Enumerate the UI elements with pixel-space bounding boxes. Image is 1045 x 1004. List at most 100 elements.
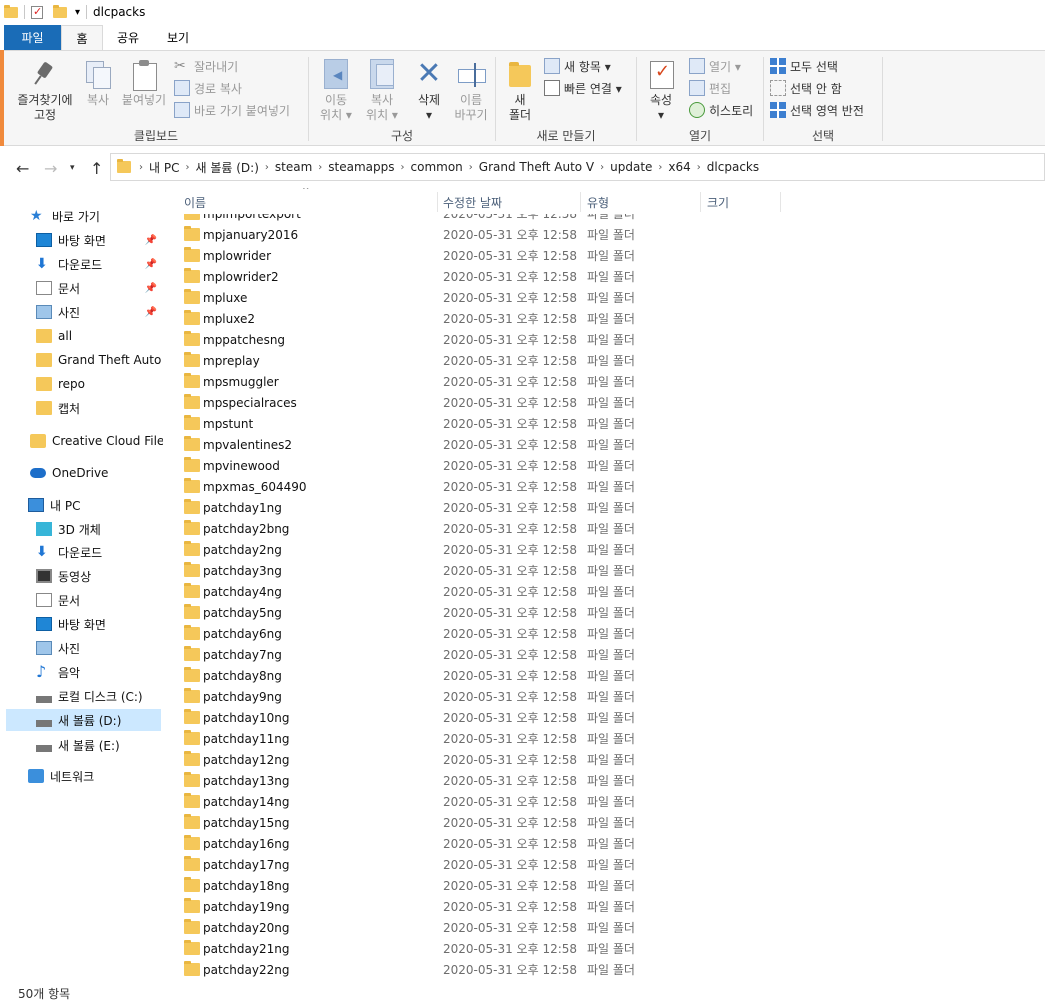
sidebar-item-music[interactable]: ♪ 음악 (36, 661, 80, 683)
sidebar-item-videos[interactable]: 동영상 (36, 565, 91, 587)
sidebar-item-all[interactable]: all (36, 325, 72, 347)
paste-button[interactable]: 붙여넣기 (118, 59, 170, 108)
delete-button[interactable]: ✕ 삭제 ▾ (409, 59, 449, 123)
new-folder-button[interactable]: 새 폴더 (500, 59, 540, 123)
sidebar-item-3d-objects[interactable]: 3D 개체 (36, 518, 101, 540)
sidebar-item-pc-downloads[interactable]: ⬇ 다운로드 (36, 541, 102, 563)
table-row[interactable]: mpxmas_604490 2020-05-31 오후 12:58 파일 폴더 (164, 476, 1045, 497)
sidebar-item-downloads[interactable]: ⬇ 다운로드 📌 (36, 253, 163, 275)
pin-to-quick-access-button[interactable]: 즐겨찾기에 고정 (8, 59, 82, 123)
sidebar-item-pictures[interactable]: 사진 📌 (36, 301, 163, 323)
select-all-button[interactable]: 모두 선택 (770, 56, 838, 76)
sidebar-item-capture[interactable]: 캡처 (36, 397, 80, 419)
new-item-button[interactable]: 새 항목 ▾ (544, 56, 611, 76)
breadcrumb-gta-v[interactable]: Grand Theft Auto V (479, 160, 594, 174)
table-row[interactable]: mpimportexport 2020-05-31 오후 12:58 파일 폴더 (164, 214, 1045, 224)
table-row[interactable]: patchday6ng 2020-05-31 오후 12:58 파일 폴더 (164, 623, 1045, 644)
paste-shortcut-button[interactable]: 바로 가기 붙여넣기 (174, 100, 290, 120)
breadcrumb-steamapps[interactable]: steamapps (328, 160, 394, 174)
sidebar-item-this-pc[interactable]: 내 PC (28, 494, 80, 516)
table-row[interactable]: mpstunt 2020-05-31 오후 12:58 파일 폴더 (164, 413, 1045, 434)
breadcrumb-steam[interactable]: steam (275, 160, 312, 174)
table-row[interactable]: mpvinewood 2020-05-31 오후 12:58 파일 폴더 (164, 455, 1045, 476)
table-row[interactable]: patchday18ng 2020-05-31 오후 12:58 파일 폴더 (164, 875, 1045, 896)
sidebar-item-onedrive[interactable]: OneDrive (30, 462, 108, 484)
table-row[interactable]: mpsmuggler 2020-05-31 오후 12:58 파일 폴더 (164, 371, 1045, 392)
tab-home[interactable]: 홈 (61, 25, 103, 50)
breadcrumb-common[interactable]: common (411, 160, 463, 174)
sidebar-item-volume-e[interactable]: 새 볼륨 (E:) (36, 734, 120, 756)
customize-quick-access-icon[interactable]: ▾ (75, 7, 80, 18)
table-row[interactable]: patchday14ng 2020-05-31 오후 12:58 파일 폴더 (164, 791, 1045, 812)
column-date[interactable]: 수정한 날짜 (443, 194, 502, 211)
table-row[interactable]: mpluxe 2020-05-31 오후 12:58 파일 폴더 (164, 287, 1045, 308)
table-row[interactable]: mpjanuary2016 2020-05-31 오후 12:58 파일 폴더 (164, 224, 1045, 245)
table-row[interactable]: mplowrider 2020-05-31 오후 12:58 파일 폴더 (164, 245, 1045, 266)
tab-share[interactable]: 공유 (103, 25, 153, 50)
column-type[interactable]: 유형 (587, 194, 609, 211)
breadcrumb-separator[interactable]: › (185, 162, 189, 173)
table-row[interactable]: patchday22ng 2020-05-31 오후 12:58 파일 폴더 (164, 959, 1045, 980)
sidebar-item-volume-d[interactable]: 새 볼륨 (D:) (6, 709, 161, 731)
column-divider[interactable] (437, 192, 438, 212)
tab-view[interactable]: 보기 (153, 25, 203, 50)
sidebar-item-desktop[interactable]: 바탕 화면 📌 (36, 229, 163, 251)
table-row[interactable]: patchday2ng 2020-05-31 오후 12:58 파일 폴더 (164, 539, 1045, 560)
table-row[interactable]: patchday19ng 2020-05-31 오후 12:58 파일 폴더 (164, 896, 1045, 917)
sidebar-item-documents[interactable]: 문서 📌 (36, 277, 163, 299)
open-button[interactable]: 열기 ▾ (689, 56, 741, 76)
sidebar-item-pc-pictures[interactable]: 사진 (36, 637, 80, 659)
breadcrumb-separator[interactable]: › (600, 162, 604, 173)
sidebar-item-local-disk-c[interactable]: 로컬 디스크 (C:) (36, 685, 143, 707)
table-row[interactable]: patchday12ng 2020-05-31 오후 12:58 파일 폴더 (164, 749, 1045, 770)
column-divider[interactable] (580, 192, 581, 212)
pin-icon[interactable]: 📌 (145, 283, 157, 294)
table-row[interactable]: patchday17ng 2020-05-31 오후 12:58 파일 폴더 (164, 854, 1045, 875)
breadcrumb-separator[interactable]: › (697, 162, 701, 173)
pin-icon[interactable]: 📌 (145, 259, 157, 270)
table-row[interactable]: patchday20ng 2020-05-31 오후 12:58 파일 폴더 (164, 917, 1045, 938)
copy-path-button[interactable]: 경로 복사 (174, 78, 242, 98)
table-row[interactable]: patchday16ng 2020-05-31 오후 12:58 파일 폴더 (164, 833, 1045, 854)
table-row[interactable]: patchday9ng 2020-05-31 오후 12:58 파일 폴더 (164, 686, 1045, 707)
breadcrumb-volume-d[interactable]: 새 볼륨 (D:) (195, 159, 258, 176)
breadcrumb-x64[interactable]: x64 (668, 160, 690, 174)
table-row[interactable]: mppatchesng 2020-05-31 오후 12:58 파일 폴더 (164, 329, 1045, 350)
recent-locations-icon[interactable]: ▾ (70, 163, 75, 173)
table-row[interactable]: mpreplay 2020-05-31 오후 12:58 파일 폴더 (164, 350, 1045, 371)
column-size[interactable]: 크기 (707, 194, 729, 211)
cut-button[interactable]: ✂ 잘라내기 (174, 56, 238, 76)
breadcrumb-separator[interactable]: › (401, 162, 405, 173)
table-row[interactable]: patchday3ng 2020-05-31 오후 12:58 파일 폴더 (164, 560, 1045, 581)
table-row[interactable]: patchday11ng 2020-05-31 오후 12:58 파일 폴더 (164, 728, 1045, 749)
up-button[interactable]: ↑ (90, 159, 103, 178)
table-row[interactable]: patchday15ng 2020-05-31 오후 12:58 파일 폴더 (164, 812, 1045, 833)
new-folder-quick-icon[interactable] (53, 4, 67, 18)
breadcrumb-separator[interactable]: › (469, 162, 473, 173)
sidebar-item-gta-v[interactable]: Grand Theft Auto V (36, 349, 163, 371)
table-row[interactable]: patchday21ng 2020-05-31 오후 12:58 파일 폴더 (164, 938, 1045, 959)
address-bar[interactable]: › 내 PC › 새 볼륨 (D:) › steam › steamapps ›… (110, 153, 1045, 181)
table-row[interactable]: patchday7ng 2020-05-31 오후 12:58 파일 폴더 (164, 644, 1045, 665)
breadcrumb-update[interactable]: update (610, 160, 652, 174)
rename-button[interactable]: 이름 바꾸기 (449, 59, 493, 123)
select-none-button[interactable]: 선택 안 함 (770, 78, 842, 98)
breadcrumb-separator[interactable]: › (265, 162, 269, 173)
table-row[interactable]: patchday2bng 2020-05-31 오후 12:58 파일 폴더 (164, 518, 1045, 539)
table-row[interactable]: patchday4ng 2020-05-31 오후 12:58 파일 폴더 (164, 581, 1045, 602)
pin-icon[interactable]: 📌 (145, 235, 157, 246)
table-row[interactable]: mpspecialraces 2020-05-31 오후 12:58 파일 폴더 (164, 392, 1045, 413)
sidebar-item-repo[interactable]: repo (36, 373, 85, 395)
copy-to-button[interactable]: 복사 위치 ▾ (359, 59, 405, 123)
forward-button[interactable]: → (44, 159, 57, 178)
table-row[interactable]: patchday1ng 2020-05-31 오후 12:58 파일 폴더 (164, 497, 1045, 518)
easy-access-button[interactable]: 빠른 연결 ▾ (544, 78, 622, 98)
table-row[interactable]: mpvalentines2 2020-05-31 오후 12:58 파일 폴더 (164, 434, 1045, 455)
sidebar-item-pc-desktop[interactable]: 바탕 화면 (36, 613, 106, 635)
properties-button[interactable]: 속성 ▾ (641, 59, 681, 123)
column-divider[interactable] (700, 192, 701, 212)
table-row[interactable]: patchday8ng 2020-05-31 오후 12:58 파일 폴더 (164, 665, 1045, 686)
table-row[interactable]: mpluxe2 2020-05-31 오후 12:58 파일 폴더 (164, 308, 1045, 329)
back-button[interactable]: ← (16, 159, 29, 178)
column-name[interactable]: 이름 (184, 194, 206, 211)
